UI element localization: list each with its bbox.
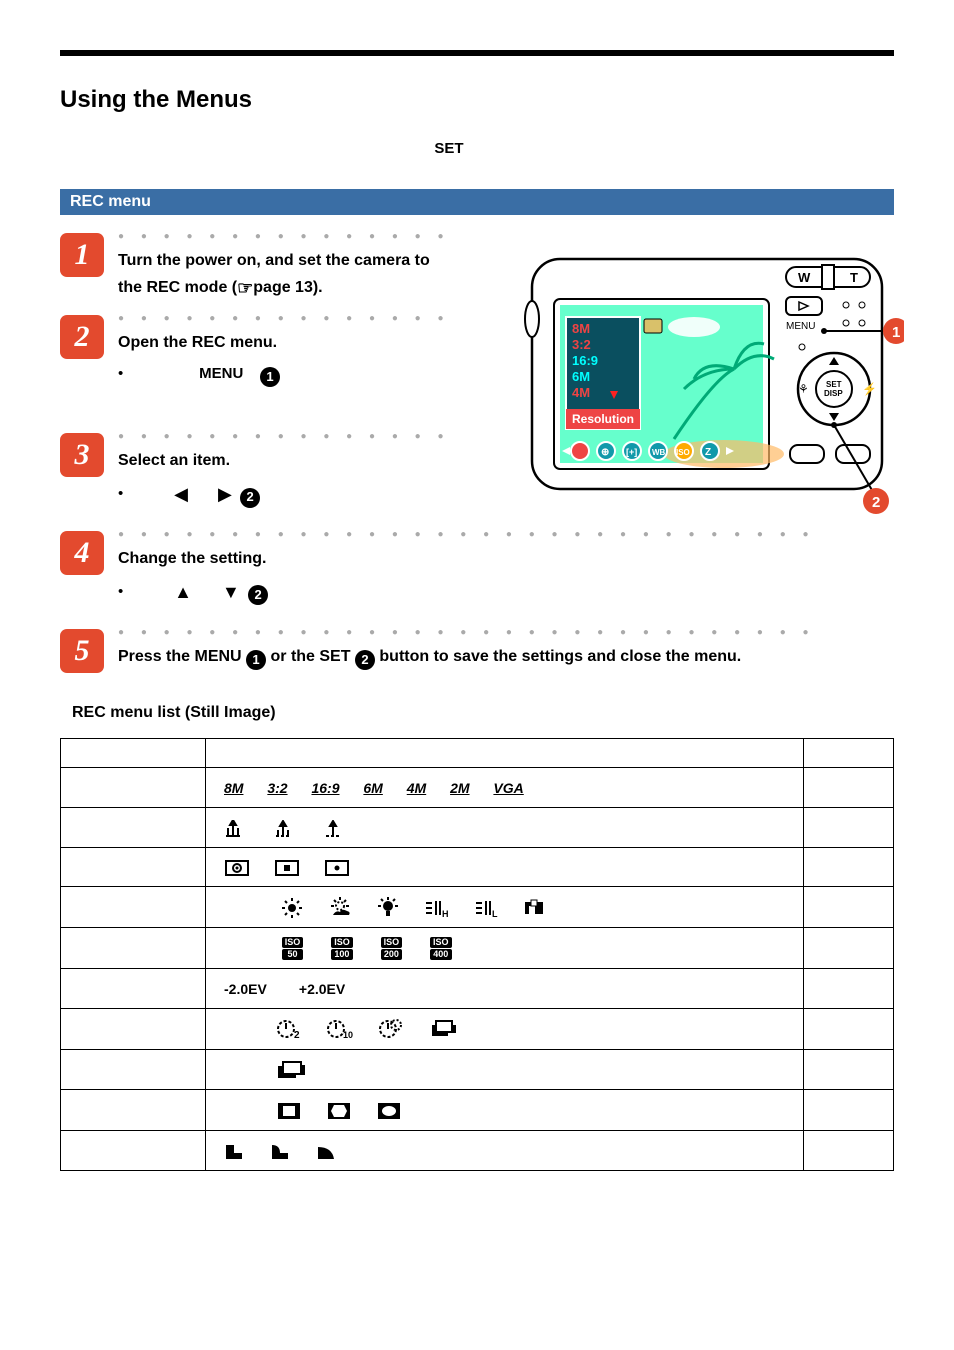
step-1: 1 ● ● ● ● ● ● ● ● ● ● ● ● ● ● ● ● ● ● ● … — [60, 229, 894, 308]
step-badge-1: 1 — [60, 233, 104, 277]
table-row: Sharpness 28 — [61, 1130, 894, 1170]
iso-400-icon: ISO400 — [430, 936, 452, 961]
up-arrow-icon: ▲ — [174, 582, 192, 602]
step-badge-5: 5 — [60, 629, 104, 673]
quality-normal-icon — [274, 820, 300, 838]
wb-fluor-h-icon: H — [423, 897, 449, 919]
page-title: Using the Menus — [60, 86, 894, 114]
svg-text:L: L — [492, 909, 498, 919]
step-badge-2: 2 — [60, 315, 104, 359]
iso-200-icon: ISO200 — [381, 936, 403, 961]
th-item: Menu Item — [61, 738, 206, 767]
wb-daylight-icon — [280, 897, 304, 919]
table-row: Drive Mode OFF 2 10 36 — [61, 1009, 894, 1050]
left-arrow-icon: ◀ — [174, 484, 188, 504]
callout-2-icon-b: 2 — [248, 585, 268, 605]
dots-2: ● ● ● ● ● ● ● ● ● ● ● ● ● ● ● ● ● ● ● ● … — [118, 313, 458, 325]
step4-sub: • Press ▲ or ▼ 2 to change the setting. — [118, 578, 894, 607]
wb-fluor-l-icon: L — [473, 897, 499, 919]
table-row: AEB OFF 34 — [61, 1049, 894, 1090]
finger-icon: ☞ — [237, 275, 253, 303]
metering-center-icon — [274, 858, 300, 878]
metering-multi-icon — [224, 858, 250, 878]
step-5: 5 ● ● ● ● ● ● ● ● ● ● ● ● ● ● ● ● ● ● ● … — [60, 625, 894, 676]
wb-custom-icon — [523, 898, 547, 918]
highlight-3-icon — [376, 1101, 402, 1121]
rec-menu-bar: REC menu — [60, 189, 894, 215]
callout-2-icon-c: 2 — [355, 650, 375, 670]
quality-basic-icon — [324, 820, 350, 838]
sharp-hard-icon — [224, 1141, 246, 1161]
step4-head: Change the setting. — [118, 547, 894, 572]
callout-2-icon: 2 — [240, 488, 260, 508]
highlight-2-icon — [326, 1101, 352, 1121]
wb-cloudy-icon — [328, 897, 352, 919]
timer-double-icon — [378, 1018, 406, 1040]
down-arrow-icon: ▼ — [222, 582, 240, 602]
right-arrow-icon: ▶ — [218, 484, 232, 504]
th-setting: Available Setting — [206, 738, 804, 767]
step1-head: Turn the power on, and set the camera to… — [118, 249, 458, 302]
burst-icon — [430, 1019, 458, 1039]
table-row: Quality 22 — [61, 808, 894, 848]
dots-5: ● ● ● ● ● ● ● ● ● ● ● ● ● ● ● ● ● ● ● ● … — [118, 627, 818, 639]
svg-text:2: 2 — [294, 1030, 300, 1040]
highlight-1-icon — [276, 1101, 302, 1121]
table-row: White Balance Auto H L 26 — [61, 887, 894, 928]
th-page: Ref. Page — [804, 738, 894, 767]
rec-menu-table: Menu Item Available Setting Ref. Page Re… — [60, 738, 894, 1171]
step-2: 2 ● ● ● ● ● ● ● ● ● ● ● ● ● ● ● ● ● ● ● … — [60, 311, 894, 425]
metering-spot-icon — [324, 858, 350, 878]
timer-2s-icon: 2 — [276, 1018, 302, 1040]
callout-1-icon: 1 — [260, 367, 280, 387]
table-row: Exposure -2.0EV~ +2.0EV 27 — [61, 968, 894, 1009]
wb-tungsten-icon — [376, 897, 400, 919]
svg-text:H: H — [442, 909, 449, 919]
dots-4: ● ● ● ● ● ● ● ● ● ● ● ● ● ● ● ● ● ● ● ● … — [118, 529, 818, 541]
step-4: 4 ● ● ● ● ● ● ● ● ● ● ● ● ● ● ● ● ● ● ● … — [60, 527, 894, 621]
dots-3: ● ● ● ● ● ● ● ● ● ● ● ● ● ● ● ● ● ● ● ● … — [118, 431, 458, 443]
table-row: Metering 25 — [61, 847, 894, 887]
step-badge-3: 3 — [60, 433, 104, 477]
table-row: ISO Auto ISO50 ISO100 ISO200 ISO400 26 — [61, 928, 894, 969]
step-badge-4: 4 — [60, 531, 104, 575]
top-rule — [60, 50, 894, 56]
rec-list-subhead: REC menu list (Still Image) — [72, 704, 894, 722]
step3-head: Select an item. — [118, 449, 458, 474]
iso-50-icon: ISO50 — [282, 936, 304, 961]
step2-head: Open the REC menu. — [118, 331, 458, 356]
sharp-normal-icon — [270, 1141, 292, 1161]
step-3: 3 ● ● ● ● ● ● ● ● ● ● ● ● ● ● ● ● ● ● ● … — [60, 429, 894, 523]
page-number: 15 — [60, 1201, 894, 1218]
intro-text: When a menu is displayed, the four-way c… — [60, 138, 894, 161]
step2-sub: • Press the MENU 1 button, then use the … — [118, 362, 458, 411]
sharp-soft-icon — [316, 1141, 338, 1161]
dots-1: ● ● ● ● ● ● ● ● ● ● ● ● ● ● ● ● ● ● ● ● … — [118, 231, 458, 243]
callout-1-icon-b: 1 — [246, 650, 266, 670]
set-word: SET — [434, 140, 463, 157]
iso-100-icon: ISO100 — [331, 936, 353, 961]
svg-text:10: 10 — [343, 1030, 353, 1040]
aeb-icon — [276, 1060, 306, 1080]
table-row: Resolution 8M 3:2 16:9 6M 4M 2M VGA 22 — [61, 767, 894, 808]
quality-fine-icon — [224, 820, 250, 838]
step5-head: Press the MENU 1 or the SET 2 button to … — [118, 645, 894, 670]
step3-sub: • Press ◀ or ▶ 2 to select a menu item. — [118, 480, 458, 509]
timer-10s-icon: 10 — [326, 1018, 354, 1040]
table-row: Highlight OFF 28 — [61, 1090, 894, 1131]
